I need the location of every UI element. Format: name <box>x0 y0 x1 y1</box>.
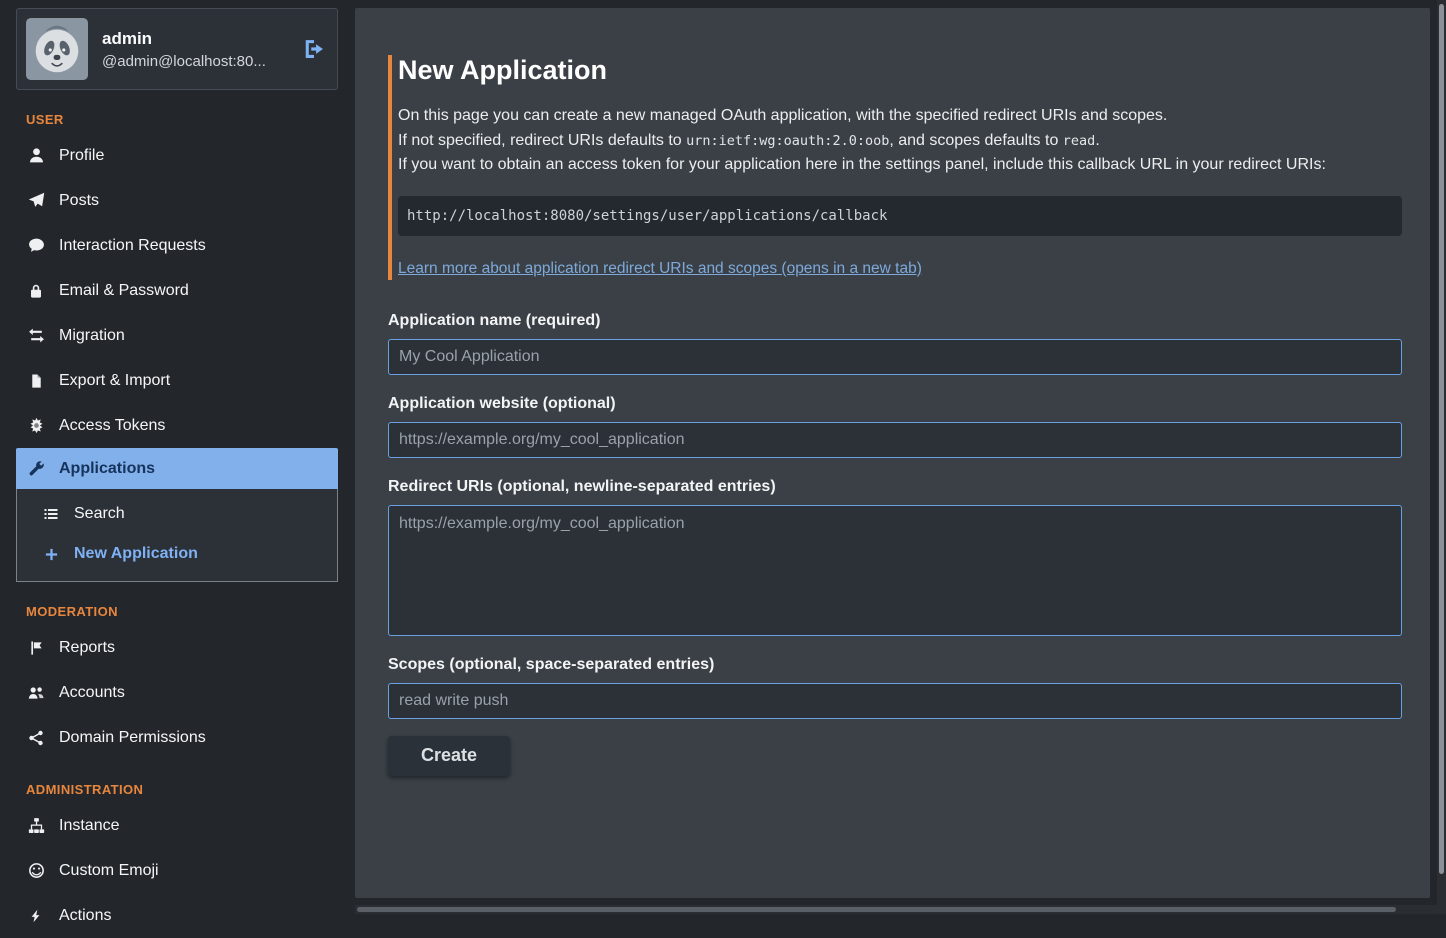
page-title: New Application <box>398 55 1402 86</box>
sidebar-item-label: Profile <box>59 147 104 165</box>
sidebar-item-domain-permissions[interactable]: Domain Permissions <box>16 715 338 760</box>
vertical-scrollbar-thumb[interactable] <box>1439 4 1444 874</box>
plus-icon <box>41 547 61 562</box>
oob-code: urn:ietf:wg:oauth:2.0:oob <box>686 133 889 149</box>
sidebar-item-applications[interactable]: Applications <box>16 448 338 489</box>
learn-more-link[interactable]: Learn more about application redirect UR… <box>398 260 922 278</box>
sidebar-item-reports[interactable]: Reports <box>16 625 338 670</box>
page-intro: New Application On this page you can cre… <box>388 55 1402 280</box>
settings-window: admin @admin@localhost:80... USER Profil… <box>0 0 1446 914</box>
scopes-label: Scopes (optional, space-separated entrie… <box>388 656 1402 674</box>
user-card[interactable]: admin @admin@localhost:80... <box>16 8 338 90</box>
sidebar-item-access-tokens[interactable]: Access Tokens <box>16 403 338 448</box>
share-nodes-icon <box>26 730 46 746</box>
application-website-label: Application website (optional) <box>388 395 1402 413</box>
sidebar-item-interaction-requests[interactable]: Interaction Requests <box>16 223 338 268</box>
sidebar-item-accounts[interactable]: Accounts <box>16 670 338 715</box>
sloth-avatar-image <box>26 18 88 80</box>
sidebar-item-applications-search[interactable]: Search <box>17 494 337 534</box>
wrench-icon <box>26 460 46 477</box>
sidebar-item-label: Export & Import <box>59 372 170 390</box>
sidebar-item-instance[interactable]: Instance <box>16 803 338 848</box>
horizontal-scrollbar-thumb[interactable] <box>357 907 1396 912</box>
create-button[interactable]: Create <box>388 736 510 776</box>
sidebar-item-label: Instance <box>59 817 119 835</box>
sidebar-item-label: Access Tokens <box>59 417 165 435</box>
username: admin <box>102 29 289 49</box>
user-info: admin @admin@localhost:80... <box>102 29 289 70</box>
user-handle: @admin@localhost:80... <box>102 53 289 70</box>
sidebar-item-migration[interactable]: Migration <box>16 313 338 358</box>
sidebar: admin @admin@localhost:80... USER Profil… <box>0 0 355 914</box>
new-application-form: Application name (required) Application … <box>388 312 1402 776</box>
list-icon <box>41 506 61 522</box>
sidebar-item-custom-emoji[interactable]: Custom Emoji <box>16 848 338 893</box>
application-name-label: Application name (required) <box>388 312 1402 330</box>
sidebar-item-label: Accounts <box>59 684 125 702</box>
paper-plane-icon <box>26 192 46 209</box>
intro-line-3: If you want to obtain an access token fo… <box>398 153 1402 178</box>
main-panel: New Application On this page you can cre… <box>355 8 1430 898</box>
callback-url-codeblock: http://localhost:8080/settings/user/appl… <box>398 196 1402 236</box>
flag-icon <box>26 640 46 656</box>
applications-submenu: Search New Application <box>16 489 338 582</box>
sidebar-item-applications-new[interactable]: New Application <box>17 534 337 574</box>
sidebar-item-label: Actions <box>59 907 111 925</box>
section-label-moderation: MODERATION <box>26 604 338 619</box>
sidebar-item-export-import[interactable]: Export & Import <box>16 358 338 403</box>
vertical-scrollbar[interactable] <box>1437 0 1446 914</box>
bolt-icon <box>26 908 46 924</box>
avatar <box>26 18 88 80</box>
users-icon <box>26 685 46 701</box>
intro-line-1: On this page you can create a new manage… <box>398 104 1402 129</box>
application-name-input[interactable] <box>388 339 1402 375</box>
application-website-field: Application website (optional) <box>388 395 1402 458</box>
logout-icon[interactable] <box>303 38 325 60</box>
exchange-arrows-icon <box>26 327 46 344</box>
sidebar-item-label: Interaction Requests <box>59 237 206 255</box>
nav-user: Profile Posts Interaction Requests Email… <box>16 133 338 582</box>
section-label-user: USER <box>26 112 338 127</box>
sidebar-item-actions[interactable]: Actions <box>16 893 338 938</box>
read-scope-code: read <box>1063 133 1096 149</box>
nav-moderation: Reports Accounts Domain Permissions <box>16 625 338 760</box>
redirect-uris-textarea[interactable] <box>388 505 1402 636</box>
horizontal-scrollbar[interactable] <box>355 905 1437 914</box>
sidebar-item-email-password[interactable]: Email & Password <box>16 268 338 313</box>
section-label-administration: ADMINISTRATION <box>26 782 338 797</box>
sidebar-item-label: Migration <box>59 327 125 345</box>
sidebar-item-label: Applications <box>59 460 155 478</box>
smile-icon <box>26 862 46 879</box>
application-name-field: Application name (required) <box>388 312 1402 375</box>
application-website-input[interactable] <box>388 422 1402 458</box>
nav-administration: Instance Custom Emoji Actions <box>16 803 338 938</box>
comment-icon <box>26 237 46 254</box>
sidebar-item-label: Custom Emoji <box>59 862 159 880</box>
sidebar-item-label: Email & Password <box>59 282 189 300</box>
document-icon <box>26 373 46 389</box>
sidebar-item-profile[interactable]: Profile <box>16 133 338 178</box>
sidebar-item-label: Posts <box>59 192 99 210</box>
sidebar-item-posts[interactable]: Posts <box>16 178 338 223</box>
scopes-input[interactable] <box>388 683 1402 719</box>
scopes-field: Scopes (optional, space-separated entrie… <box>388 656 1402 719</box>
redirect-uris-label: Redirect URIs (optional, newline-separat… <box>388 478 1402 496</box>
sidebar-item-label: Search <box>74 505 125 523</box>
sidebar-item-label: Reports <box>59 639 115 657</box>
sidebar-item-label: Domain Permissions <box>59 729 206 747</box>
lock-icon <box>26 283 46 299</box>
user-icon <box>26 147 46 164</box>
sitemap-icon <box>26 817 46 834</box>
intro-line-2: If not specified, redirect URIs defaults… <box>398 129 1402 154</box>
token-badge-icon <box>26 417 46 434</box>
redirect-uris-field: Redirect URIs (optional, newline-separat… <box>388 478 1402 636</box>
sidebar-item-label: New Application <box>74 545 198 563</box>
